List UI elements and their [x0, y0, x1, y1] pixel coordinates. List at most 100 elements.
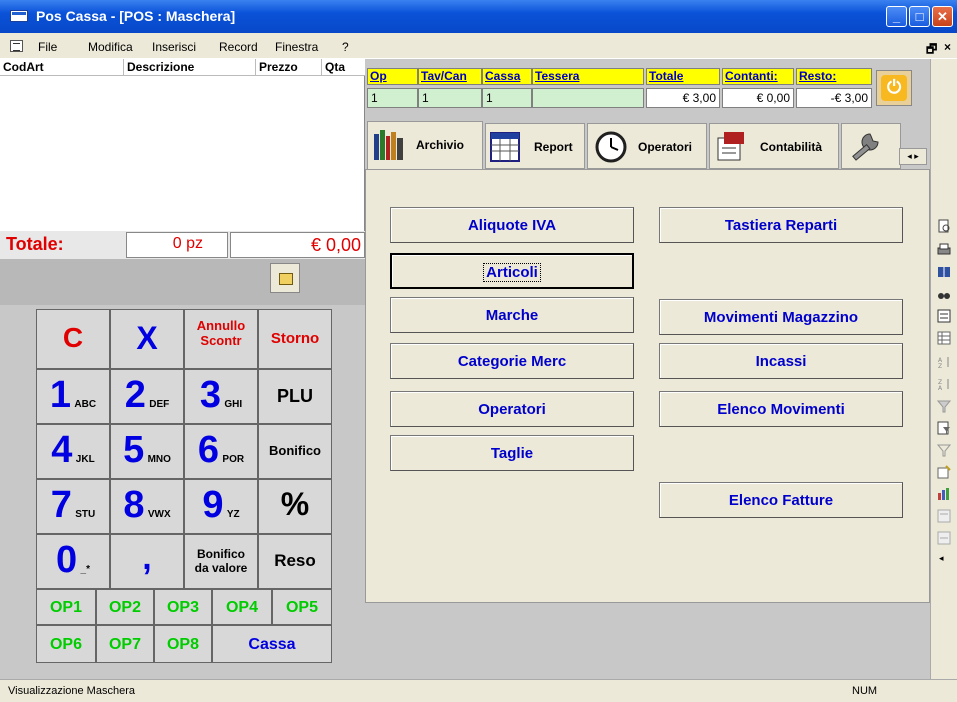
- key-annullo-scontr[interactable]: Annullo Scontr: [184, 309, 258, 369]
- menu-file[interactable]: File: [38, 40, 57, 54]
- column-descrizione[interactable]: Descrizione: [123, 59, 255, 76]
- header-tessera: Tessera: [532, 68, 644, 85]
- close-button[interactable]: ✕: [932, 6, 953, 27]
- key-7[interactable]: 7 STU: [36, 479, 110, 534]
- print-icon[interactable]: [937, 243, 951, 257]
- print-preview-icon[interactable]: [937, 219, 951, 233]
- key-op7[interactable]: OP7: [96, 625, 154, 663]
- delete-record-icon[interactable]: [937, 509, 951, 523]
- key-6[interactable]: 6 POR: [184, 424, 258, 479]
- key-x[interactable]: X: [110, 309, 184, 369]
- sort-ascending-icon[interactable]: AZ: [937, 355, 951, 369]
- button-tastiera-reparti[interactable]: Tastiera Reparti: [659, 207, 903, 243]
- menu-finestra[interactable]: Finestra: [275, 40, 318, 54]
- menu-modifica[interactable]: Modifica: [88, 40, 133, 54]
- sort-descending-icon[interactable]: ZA: [937, 377, 951, 391]
- value-op[interactable]: 1: [367, 88, 418, 108]
- value-tavcan[interactable]: 1: [418, 88, 482, 108]
- key-8[interactable]: 8 VWX: [110, 479, 184, 534]
- key-4[interactable]: 4 JKL: [36, 424, 110, 479]
- annullo-label-1: Annullo: [196, 318, 246, 333]
- new-record-icon[interactable]: [937, 465, 951, 479]
- menu-inserisci[interactable]: Inserisci: [152, 40, 196, 54]
- archivio-panel: Aliquote IVA Articoli Marche Categorie M…: [365, 169, 930, 603]
- value-cassa[interactable]: 1: [482, 88, 532, 108]
- button-aliquote-iva[interactable]: Aliquote IVA: [390, 207, 634, 243]
- button-operatori[interactable]: Operatori: [390, 391, 634, 427]
- key-bonifico-da-valore[interactable]: Bonifico da valore: [184, 534, 258, 589]
- apply-filter-icon[interactable]: [937, 443, 951, 457]
- bonval-label-2: da valore: [194, 561, 248, 575]
- form-view-icon[interactable]: [937, 309, 951, 323]
- value-contanti[interactable]: € 0,00: [722, 88, 794, 108]
- tab-tools[interactable]: [841, 123, 901, 169]
- maximize-button[interactable]: □: [909, 6, 930, 27]
- chart-icon[interactable]: [937, 487, 951, 501]
- tab-archivio[interactable]: Archivio: [367, 121, 483, 171]
- key-comma[interactable]: ,: [110, 534, 184, 589]
- header-contanti: Contanti:: [722, 68, 794, 85]
- button-taglie[interactable]: Taglie: [390, 435, 634, 471]
- button-categorie-merc[interactable]: Categorie Merc: [390, 343, 634, 379]
- column-codart[interactable]: CodArt: [0, 59, 123, 76]
- button-marche[interactable]: Marche: [390, 297, 634, 333]
- value-resto: -€ 3,00: [796, 88, 872, 108]
- key-0-digit: 0: [56, 539, 78, 581]
- document-menu-icon[interactable]: [10, 40, 23, 52]
- right-toolbar: AZ ZA ◂: [930, 59, 957, 679]
- tab-report[interactable]: Report: [485, 123, 585, 169]
- key-plu[interactable]: PLU: [258, 369, 332, 424]
- key-6-letters: POR: [222, 454, 245, 465]
- key-op2[interactable]: OP2: [96, 589, 154, 625]
- button-elenco-movimenti[interactable]: Elenco Movimenti: [659, 391, 903, 427]
- key-reso[interactable]: Reso: [258, 534, 332, 589]
- key-op4[interactable]: OP4: [212, 589, 272, 625]
- filter-form-icon[interactable]: [937, 421, 951, 435]
- folder-button[interactable]: [270, 263, 300, 293]
- key-bonifico[interactable]: Bonifico: [258, 424, 332, 479]
- power-icon[interactable]: [876, 70, 912, 106]
- minimize-button[interactable]: _: [886, 6, 907, 27]
- tab-scroll-arrows[interactable]: ◂ ▸: [899, 148, 927, 165]
- column-prezzo[interactable]: Prezzo: [255, 59, 321, 76]
- key-2-digit: 2: [124, 374, 146, 416]
- menu-record[interactable]: Record: [219, 40, 258, 54]
- button-movimenti-magazzino[interactable]: Movimenti Magazzino: [659, 299, 903, 335]
- restore-child-icon[interactable]: 🗗: [926, 40, 937, 61]
- button-elenco-fatture[interactable]: Elenco Fatture: [659, 482, 903, 518]
- key-1[interactable]: 1 ABC: [36, 369, 110, 424]
- key-5[interactable]: 5 MNO: [110, 424, 184, 479]
- menu-bar: File Modifica Inserisci Record Finestra …: [0, 33, 957, 59]
- tab-contabilita[interactable]: Contabilità: [709, 123, 839, 169]
- filter-selection-icon[interactable]: [937, 399, 951, 413]
- key-0-symbols: _*: [80, 564, 90, 575]
- key-0[interactable]: 0 _*: [36, 534, 110, 589]
- value-tessera[interactable]: [532, 88, 644, 108]
- binoculars-icon[interactable]: [937, 287, 951, 301]
- properties-icon[interactable]: [937, 531, 951, 545]
- key-op5[interactable]: OP5: [272, 589, 332, 625]
- column-qta[interactable]: Qta: [321, 59, 365, 76]
- button-articoli[interactable]: Articoli: [390, 253, 634, 289]
- toolbar-more-icon[interactable]: ◂: [939, 553, 944, 564]
- button-incassi[interactable]: Incassi: [659, 343, 903, 379]
- key-percent[interactable]: %: [258, 479, 332, 534]
- key-9[interactable]: 9 YZ: [184, 479, 258, 534]
- key-2[interactable]: 2 DEF: [110, 369, 184, 424]
- key-op8[interactable]: OP8: [154, 625, 212, 663]
- key-cassa[interactable]: Cassa: [212, 625, 332, 663]
- tab-operatori[interactable]: Operatori: [587, 123, 707, 169]
- menu-help[interactable]: ?: [342, 40, 349, 54]
- datasheet-icon[interactable]: [937, 331, 951, 345]
- key-3[interactable]: 3 GHI: [184, 369, 258, 424]
- key-storno[interactable]: Storno: [258, 309, 332, 369]
- sale-list[interactable]: CodArt Descrizione Prezzo Qta: [0, 59, 365, 231]
- key-op6[interactable]: OP6: [36, 625, 96, 663]
- close-child-icon[interactable]: ×: [944, 40, 951, 54]
- wrench-icon: [852, 133, 879, 161]
- key-op3[interactable]: OP3: [154, 589, 212, 625]
- book-icon[interactable]: [937, 265, 951, 279]
- key-clear[interactable]: C: [36, 309, 110, 369]
- key-op1[interactable]: OP1: [36, 589, 96, 625]
- tab-report-label: Report: [534, 140, 573, 154]
